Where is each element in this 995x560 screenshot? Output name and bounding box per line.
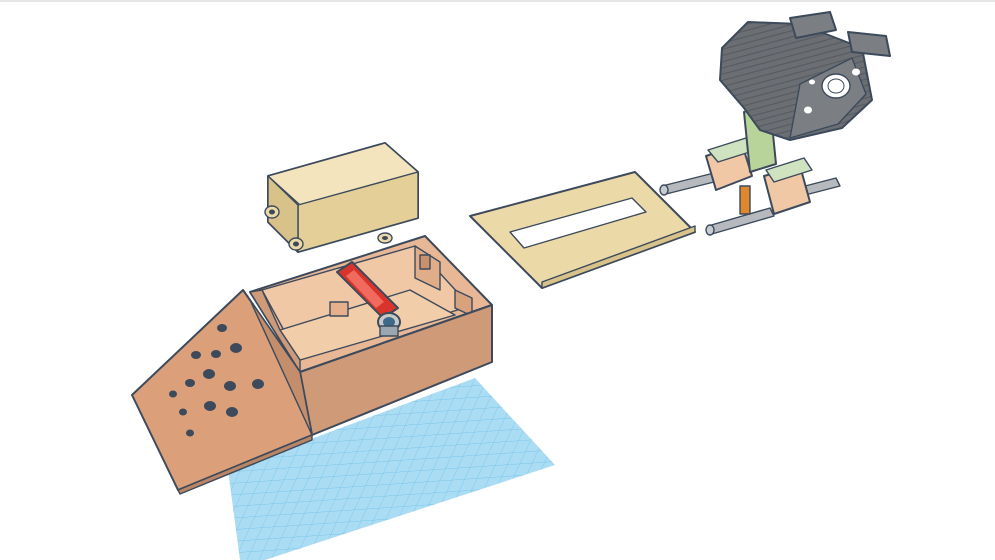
panel-hole bbox=[217, 324, 227, 332]
scene-canvas[interactable] bbox=[0, 0, 995, 560]
panel-hole bbox=[186, 429, 194, 437]
panel-hole bbox=[169, 390, 177, 398]
panel-hole bbox=[191, 351, 201, 359]
panel-hole bbox=[211, 350, 221, 358]
design-viewport[interactable] bbox=[0, 0, 995, 560]
panel-hole bbox=[203, 369, 215, 379]
panel-hole bbox=[252, 379, 264, 389]
panel-hole bbox=[226, 407, 238, 417]
panel-hole bbox=[179, 408, 187, 416]
panel-hole bbox=[230, 343, 242, 353]
enclosure-lid[interactable] bbox=[264, 142, 419, 253]
panel-hole bbox=[204, 401, 216, 411]
camera-assembly[interactable] bbox=[659, 11, 891, 236]
panel-hole bbox=[224, 381, 236, 391]
panel-hole bbox=[185, 379, 195, 387]
